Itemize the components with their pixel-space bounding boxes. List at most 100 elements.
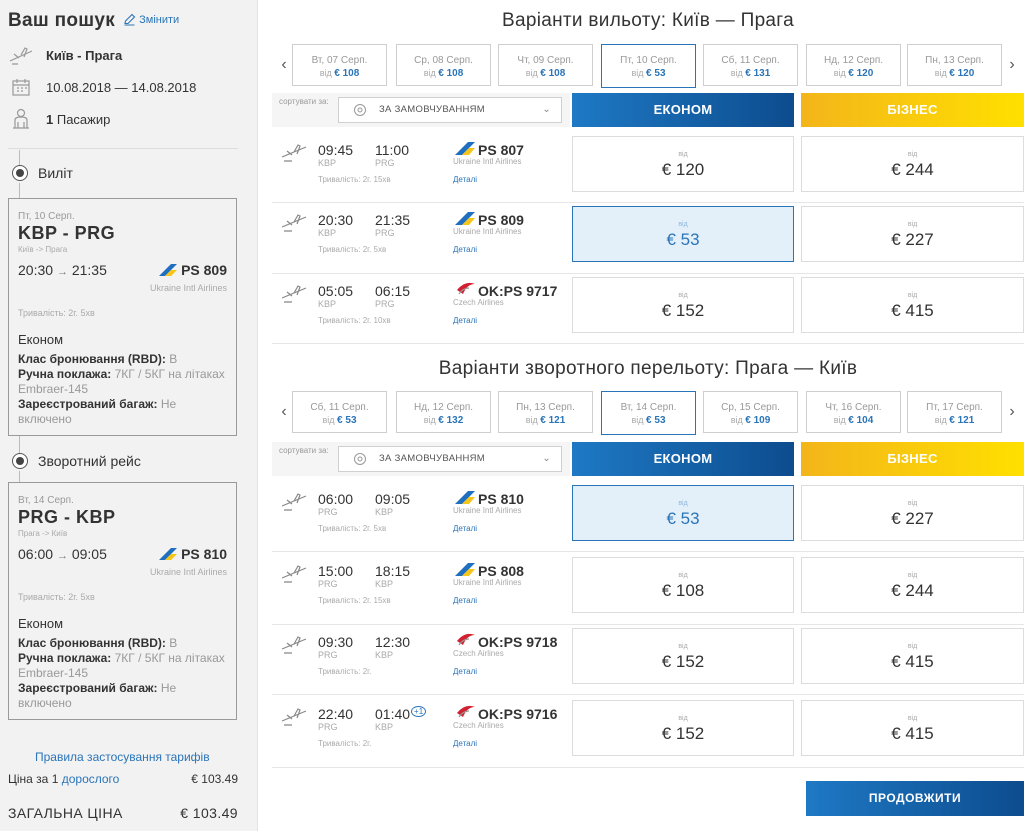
- card-flight: PS 810 Ukraine Intl Airlines: [150, 546, 227, 578]
- sort-select[interactable]: ЗА ЗАМОВЧУВАННЯМ ⌄: [338, 446, 562, 472]
- economy-fare-option[interactable]: від € 152: [572, 700, 794, 756]
- date-tab[interactable]: Пт, 10 Серп. від € 53: [601, 44, 696, 88]
- business-fare-option[interactable]: від € 227: [801, 485, 1024, 541]
- date-tab[interactable]: Сб, 11 Серп. від € 131: [703, 44, 798, 86]
- business-fare-option[interactable]: від € 227: [801, 206, 1024, 262]
- arrival-airport: KBP: [375, 722, 394, 732]
- date-tab-price: від € 53: [293, 415, 386, 426]
- date-tab[interactable]: Вт, 14 Серп. від € 53: [601, 391, 696, 435]
- date-tab[interactable]: Пт, 17 Серп. від € 121: [907, 391, 1002, 433]
- economy-fare-option[interactable]: від € 53: [572, 485, 794, 541]
- arrival-airport: PRG: [375, 228, 395, 238]
- date-tab[interactable]: Нд, 12 Серп. від € 120: [806, 44, 901, 86]
- flight-details-link[interactable]: Деталі: [453, 245, 477, 254]
- airline-name: Ukraine Intl Airlines: [453, 157, 522, 166]
- business-fare-option[interactable]: від € 415: [801, 277, 1024, 333]
- card-route-sub: Прага -> Київ: [18, 529, 68, 538]
- fare-price: € 108: [661, 581, 705, 600]
- business-fare-option[interactable]: від € 244: [801, 136, 1024, 192]
- departure-time: 09:30: [318, 634, 354, 650]
- sort-select[interactable]: ЗА ЗАМОВЧУВАННЯМ ⌄: [338, 97, 562, 123]
- economy-fare-option[interactable]: від € 120: [572, 136, 794, 192]
- date-tab[interactable]: Чт, 09 Серп. від € 108: [498, 44, 593, 86]
- sort-value: ЗА ЗАМОВЧУВАННЯМ: [379, 104, 486, 115]
- change-search-button[interactable]: Змінити: [123, 13, 179, 26]
- date-tab-day: Чт, 09 Серп.: [517, 55, 574, 66]
- date-tab-from: від: [730, 68, 743, 78]
- tariff-rules-link[interactable]: Правила застосування тарифів: [35, 750, 210, 764]
- airline-name: Ukraine Intl Airlines: [453, 506, 522, 515]
- date-tab[interactable]: Чт, 16 Серп. від € 104: [806, 391, 901, 433]
- fare-from-label: від: [678, 643, 688, 650]
- card-checked-baggage: Зареєстрований багаж: Не включено: [18, 681, 227, 711]
- fare-from-label: від: [678, 715, 688, 722]
- flight-duration: Тривалість: 2г. 15хв: [318, 596, 391, 605]
- card-fare-details: Клас бронювання (RBD): B Ручна поклажа: …: [18, 352, 227, 427]
- flight-duration: Тривалість: 2г. 5хв: [318, 524, 387, 533]
- flight-details-link[interactable]: Деталі: [453, 739, 477, 748]
- date-tab-from: від: [631, 68, 644, 78]
- outbound-sort-bar: сортувати за: ЗА ЗАМОВЧУВАННЯМ ⌄: [272, 93, 570, 127]
- business-column-header: БІЗНЕС: [801, 442, 1024, 476]
- flight-details-link[interactable]: Деталі: [453, 596, 477, 605]
- date-tab[interactable]: Пн, 13 Серп. від € 120: [907, 44, 1002, 86]
- card-date: Пт, 10 Серп.: [18, 211, 75, 222]
- continue-button[interactable]: ПРОДОВЖИТИ: [806, 781, 1024, 816]
- uia-logo-icon: [159, 264, 178, 276]
- economy-fare-option[interactable]: від € 53: [572, 206, 794, 262]
- date-tab[interactable]: Нд, 12 Серп. від € 132: [396, 391, 491, 433]
- date-tab[interactable]: Ср, 15 Серп. від € 109: [703, 391, 798, 433]
- business-fare-option[interactable]: від € 415: [801, 700, 1024, 756]
- timeline-line: [19, 183, 20, 199]
- date-tab-day: Нд, 12 Серп.: [823, 55, 884, 66]
- next-dates-arrow[interactable]: ›: [1004, 403, 1020, 421]
- next-dates-arrow[interactable]: ›: [1004, 56, 1020, 74]
- dates-summary: 10.08.2018 — 14.08.2018: [8, 76, 196, 98]
- date-tab[interactable]: Сб, 11 Серп. від € 53: [292, 391, 387, 433]
- prev-dates-arrow[interactable]: ‹: [276, 403, 292, 421]
- card-arr-time: 21:35: [71, 262, 107, 278]
- business-fare-option[interactable]: від € 244: [801, 557, 1024, 613]
- departure-time: 15:00: [318, 563, 354, 579]
- date-tab-price: від € 53: [602, 68, 695, 79]
- departure-time: 20:30: [318, 212, 354, 228]
- prev-dates-arrow[interactable]: ‹: [276, 56, 292, 74]
- date-tab[interactable]: Пн, 13 Серп. від € 121: [498, 391, 593, 433]
- price-per-adult-label: Ціна за 1 дорослого: [8, 772, 119, 786]
- card-arr-time: 09:05: [71, 546, 107, 562]
- flight-details-link[interactable]: Деталі: [453, 667, 477, 676]
- dates-text: 10.08.2018 — 14.08.2018: [46, 79, 197, 95]
- date-tab-price-value: € 108: [438, 68, 464, 79]
- date-tab-price-value: € 109: [745, 415, 771, 426]
- plane-icon: [280, 492, 308, 517]
- date-tab[interactable]: Ср, 08 Серп. від € 108: [396, 44, 491, 86]
- departure-time: 06:00: [318, 491, 354, 507]
- economy-fare-option[interactable]: від € 152: [572, 628, 794, 684]
- date-tab[interactable]: Вт, 07 Серп. від € 108: [292, 44, 387, 86]
- economy-fare-option[interactable]: від € 108: [572, 557, 794, 613]
- fare-from-label: від: [678, 221, 688, 228]
- fare-from-label: від: [678, 292, 688, 299]
- flight-row: 22:40 01:40 +1 PRG KBP Тривалість: 2г. OK:PS 9…: [272, 697, 1024, 768]
- plane-icon: [280, 213, 308, 238]
- card-duration: Тривалість: 2г. 5хв: [18, 308, 95, 318]
- date-tab-from: від: [423, 68, 436, 78]
- airline-name: Czech Airlines: [453, 298, 504, 307]
- passengers-summary: 1 Пасажир: [8, 108, 110, 130]
- plane-icon: [280, 707, 308, 732]
- card-rbd: Клас бронювання (RBD): B: [18, 352, 227, 367]
- radio-return: [12, 453, 28, 469]
- flight-details-link[interactable]: Деталі: [453, 316, 477, 325]
- uia-logo-icon: [159, 548, 178, 560]
- passenger-count: 1: [46, 111, 54, 127]
- economy-fare-option[interactable]: від € 152: [572, 277, 794, 333]
- economy-column-header: ЕКОНОМ: [572, 442, 794, 476]
- flight-details-link[interactable]: Деталі: [453, 524, 477, 533]
- business-fare-option[interactable]: від € 415: [801, 628, 1024, 684]
- economy-column-header: ЕКОНОМ: [572, 93, 794, 127]
- card-dep-time: 06:00: [18, 546, 54, 562]
- date-tab-price-value: € 53: [337, 415, 357, 426]
- arrival-time-wrap: 18:15: [375, 563, 410, 579]
- flight-details-link[interactable]: Деталі: [453, 175, 477, 184]
- adult-link[interactable]: дорослого: [62, 772, 120, 786]
